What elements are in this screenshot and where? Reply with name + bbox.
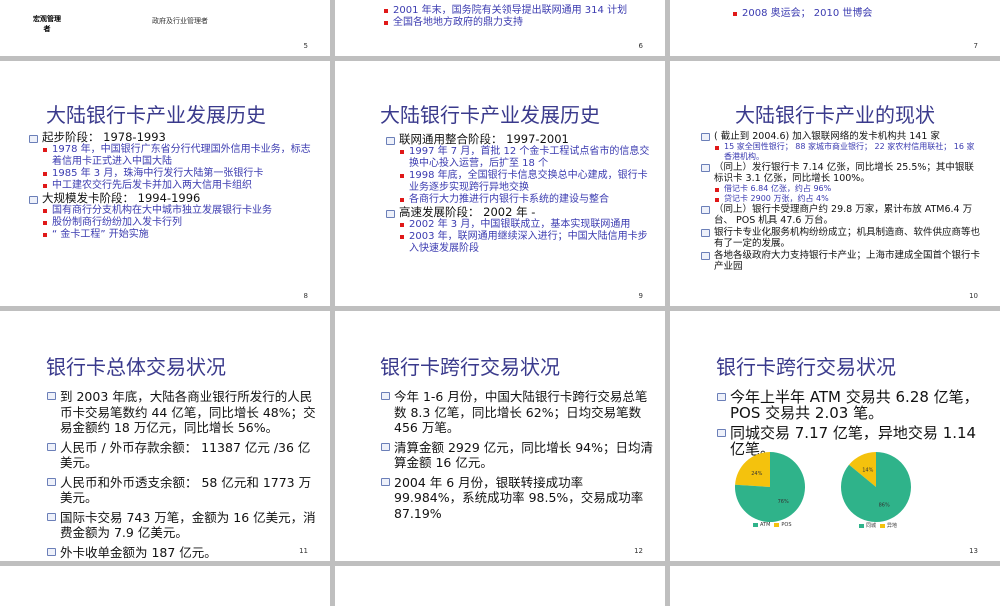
list-item: 2001 年末，国务院有关领导提出联网通用 314 计划 xyxy=(383,5,638,17)
author-text: 政府及行业管理者 xyxy=(152,17,208,25)
slide-15[interactable] xyxy=(335,566,665,606)
slide-7[interactable]: 2008 奥运会； 2010 世博会 7 xyxy=(670,0,1000,56)
list-item: 2008 奥运会； 2010 世博会 xyxy=(732,8,972,20)
pie-data-label: 86% xyxy=(879,502,890,508)
list-item: 股份制商行纷纷加入发卡行列 xyxy=(42,217,318,229)
slide-number: 13 xyxy=(969,547,978,555)
stage-list: 联网通用整合阶段： 1997-2001 1997 年 7 月，首批 12 个金卡… xyxy=(385,133,657,255)
list-item: 2003 年，联网通用继续深入进行；中国大陆信用卡步入快速发展阶段 xyxy=(399,231,657,255)
slide-title: 银行卡总体交易状况 xyxy=(46,355,226,379)
legend-item: 同城 xyxy=(859,522,876,529)
legend-label: 同城 xyxy=(866,523,877,529)
status-label: （同上）发行银行卡 7.14 亿张，同比增长 25.5%；其中银联标识卡 3.1… xyxy=(714,162,974,184)
slide-number: 6 xyxy=(638,42,643,50)
sub-list: 借记卡 6.84 亿张，约占 96% 贷记卡 2900 万张，约占 4% xyxy=(714,184,982,203)
list-item: 国有商行分支机构在大中城市独立发展银行卡业务 xyxy=(42,205,318,217)
bullet-list: 2001 年末，国务院有关领导提出联网通用 314 计划 全国各地地方政府的鼎力… xyxy=(383,5,638,29)
pie-data-label: 76% xyxy=(778,499,789,505)
stage-list: 起步阶段： 1978-1993 1978 年，中国银行广东省分行代理国外信用卡业… xyxy=(28,131,318,241)
stage-item: 大规模发卡阶段： 1994-1996 国有商行分支机构在大中城市独立发展银行卡业… xyxy=(28,192,318,241)
status-item: ( 截止到 2004.6) 加入银联网络的发卡机构共 141 家 15 家全国性… xyxy=(700,131,982,161)
pie-data-label: 14% xyxy=(862,468,873,474)
list-item: “ 金卡工程” 开始实施 xyxy=(42,229,318,241)
status-item: 各地各级政府大力支持银行卡产业；上海市建成全国首个银行卡产业园 xyxy=(700,250,982,272)
stage-label: 联网通用整合阶段： 1997-2001 xyxy=(399,132,569,146)
bullet-list: 到 2003 年底，大陆各商业银行所发行的人民币卡交易笔数约 44 亿笔，同比增… xyxy=(46,389,318,561)
legend-swatch xyxy=(774,522,780,527)
slide-number: 8 xyxy=(303,292,308,300)
slide-number: 10 xyxy=(969,292,978,300)
list-item: 人民币和外币透支余额： 58 亿元和 1773 万美元。 xyxy=(46,475,318,506)
pie-data-label: 24% xyxy=(751,471,762,477)
status-label: ( 截止到 2004.6) 加入银联网络的发卡机构共 141 家 xyxy=(714,131,940,142)
list-item: 清算金额 2929 亿元，同比增长 94%；日均清算金额 16 亿元。 xyxy=(380,440,655,471)
sub-list: 2002 年 3 月，中国银联成立，基本实现联网通用 2003 年，联网通用继续… xyxy=(399,219,657,255)
legend-item: 异地 xyxy=(880,522,897,529)
sub-list: 15 家全国性银行； 88 家城市商业银行； 22 家农村信用联社； 16 家香… xyxy=(714,142,982,161)
stage-item: 起步阶段： 1978-1993 1978 年，中国银行广东省分行代理国外信用卡业… xyxy=(28,131,318,192)
list-item: 到 2003 年底，大陆各商业银行所发行的人民币卡交易笔数约 44 亿笔，同比增… xyxy=(46,389,318,436)
pie-legend-1: ATM POS xyxy=(753,522,792,528)
list-item: 1978 年，中国银行广东省分行代理国外信用卡业务，标志着信用卡正式进入中国大陆 xyxy=(42,144,318,168)
list-item: 2004 年 6 月份，银联转接成功率 99.984%，系统成功率 98.5%，… xyxy=(380,475,655,522)
slide-6[interactable]: 2001 年末，国务院有关领导提出联网通用 314 计划 全国各地地方政府的鼎力… xyxy=(335,0,665,56)
list-item: 15 家全国性银行； 88 家城市商业银行； 22 家农村信用联社； 16 家香… xyxy=(714,142,982,161)
slide-14[interactable] xyxy=(0,566,330,606)
list-item: 今年 1-6 月份，中国大陆银行卡跨行交易总笔数 8.3 亿笔，同比增长 62%… xyxy=(380,389,655,436)
list-item: 外卡收单金额为 187 亿元。 xyxy=(46,545,318,561)
list-item: 借记卡 6.84 亿张，约占 96% xyxy=(714,184,982,194)
slide-5[interactable]: 宏观管理者 政府及行业管理者 5 xyxy=(0,0,330,56)
slide-title: 大陆银行卡产业的现状 xyxy=(735,103,935,127)
pie-legend-2: 同城 异地 xyxy=(859,522,897,529)
slide-13[interactable]: 银行卡跨行交易状况 今年上半年 ATM 交易共 6.28 亿笔， POS 交易共… xyxy=(670,311,1000,561)
slide-11[interactable]: 银行卡总体交易状况 到 2003 年底，大陆各商业银行所发行的人民币卡交易笔数约… xyxy=(0,311,330,561)
list-item: 人民币 / 外币存款余额： 11387 亿元 /36 亿美元。 xyxy=(46,440,318,471)
pie-charts: 24% 76% 14% 86% xyxy=(735,452,911,522)
slide-number: 11 xyxy=(299,547,308,555)
status-item: 银行卡专业化服务机构纷纷成立；机具制造商、软件供应商等也有了一定的发展。 xyxy=(700,227,982,249)
slide-title: 大陆银行卡产业发展历史 xyxy=(380,103,600,127)
slide-number: 9 xyxy=(638,292,643,300)
bullet-list: 今年 1-6 月份，中国大陆银行卡跨行交易总笔数 8.3 亿笔，同比增长 62%… xyxy=(380,389,655,525)
slide-title: 大陆银行卡产业发展历史 xyxy=(46,103,266,127)
slide-number: 5 xyxy=(303,42,308,50)
list-item: 全国各地地方政府的鼎力支持 xyxy=(383,17,638,29)
list-item: 2002 年 3 月，中国银联成立，基本实现联网通用 xyxy=(399,219,657,231)
legend-swatch xyxy=(753,522,758,527)
pie-slice-POS xyxy=(735,452,770,487)
slide-16[interactable] xyxy=(670,566,1000,606)
slide-9[interactable]: 大陆银行卡产业发展历史 联网通用整合阶段： 1997-2001 1997 年 7… xyxy=(335,61,665,306)
stage-label: 起步阶段： 1978-1993 xyxy=(42,130,166,144)
list-item: 国际卡交易 743 万笔，金额为 16 亿美元，消费金额为 7.9 亿美元。 xyxy=(46,510,318,541)
list-item: 贷记卡 2900 万张，约占 4% xyxy=(714,194,982,204)
legend-label: 异地 xyxy=(887,523,898,529)
stage-label: 高速发展阶段： 2002 年 - xyxy=(399,205,536,219)
author-label: 宏观管理者 xyxy=(33,15,61,33)
sub-list: 1978 年，中国银行广东省分行代理国外信用卡业务，标志着信用卡正式进入中国大陆… xyxy=(42,144,318,192)
legend-swatch xyxy=(859,523,864,528)
stage-item: 联网通用整合阶段： 1997-2001 1997 年 7 月，首批 12 个金卡… xyxy=(385,133,657,206)
list-item: 1997 年 7 月，首批 12 个金卡工程试点省市的信息交换中心投入运营，后扩… xyxy=(399,146,657,170)
list-item: 1998 年底，全国银行卡信息交换总中心建成，银行卡业务逐步实现跨行异地交换 xyxy=(399,170,657,194)
legend-item: ATM xyxy=(753,522,770,528)
legend-item: POS xyxy=(774,522,792,528)
legend-label: ATM xyxy=(760,522,771,528)
legend-label: POS xyxy=(781,522,792,528)
slide-8[interactable]: 大陆银行卡产业发展历史 起步阶段： 1978-1993 1978 年，中国银行广… xyxy=(0,61,330,306)
slide-title: 银行卡跨行交易状况 xyxy=(380,355,560,379)
status-item: （同上）发行银行卡 7.14 亿张，同比增长 25.5%；其中银联标识卡 3.1… xyxy=(700,162,982,203)
slide-number: 12 xyxy=(634,547,643,555)
slide-10[interactable]: 大陆银行卡产业的现状 ( 截止到 2004.6) 加入银联网络的发卡机构共 14… xyxy=(670,61,1000,306)
stage-label: 大规模发卡阶段： 1994-1996 xyxy=(42,191,201,205)
bullet-list: 2008 奥运会； 2010 世博会 xyxy=(732,8,972,20)
sub-list: 1997 年 7 月，首批 12 个金卡工程试点省市的信息交换中心投入运营，后扩… xyxy=(399,146,657,206)
list-item: 1985 年 3 月，珠海中行发行大陆第一张银行卡 xyxy=(42,168,318,180)
slide-number: 7 xyxy=(973,42,978,50)
slide-12[interactable]: 银行卡跨行交易状况 今年 1-6 月份，中国大陆银行卡跨行交易总笔数 8.3 亿… xyxy=(335,311,665,561)
status-list: ( 截止到 2004.6) 加入银联网络的发卡机构共 141 家 15 家全国性… xyxy=(700,131,982,273)
status-item: （同上）银行卡受理商户约 29.8 万家，累计布放 ATM6.4 万台、 POS… xyxy=(700,204,982,226)
stage-item: 高速发展阶段： 2002 年 - 2002 年 3 月，中国银联成立，基本实现联… xyxy=(385,206,657,255)
legend-swatch xyxy=(880,523,886,528)
sub-list: 国有商行分支机构在大中城市独立发展银行卡业务 股份制商行纷纷加入发卡行列 “ 金… xyxy=(42,205,318,241)
